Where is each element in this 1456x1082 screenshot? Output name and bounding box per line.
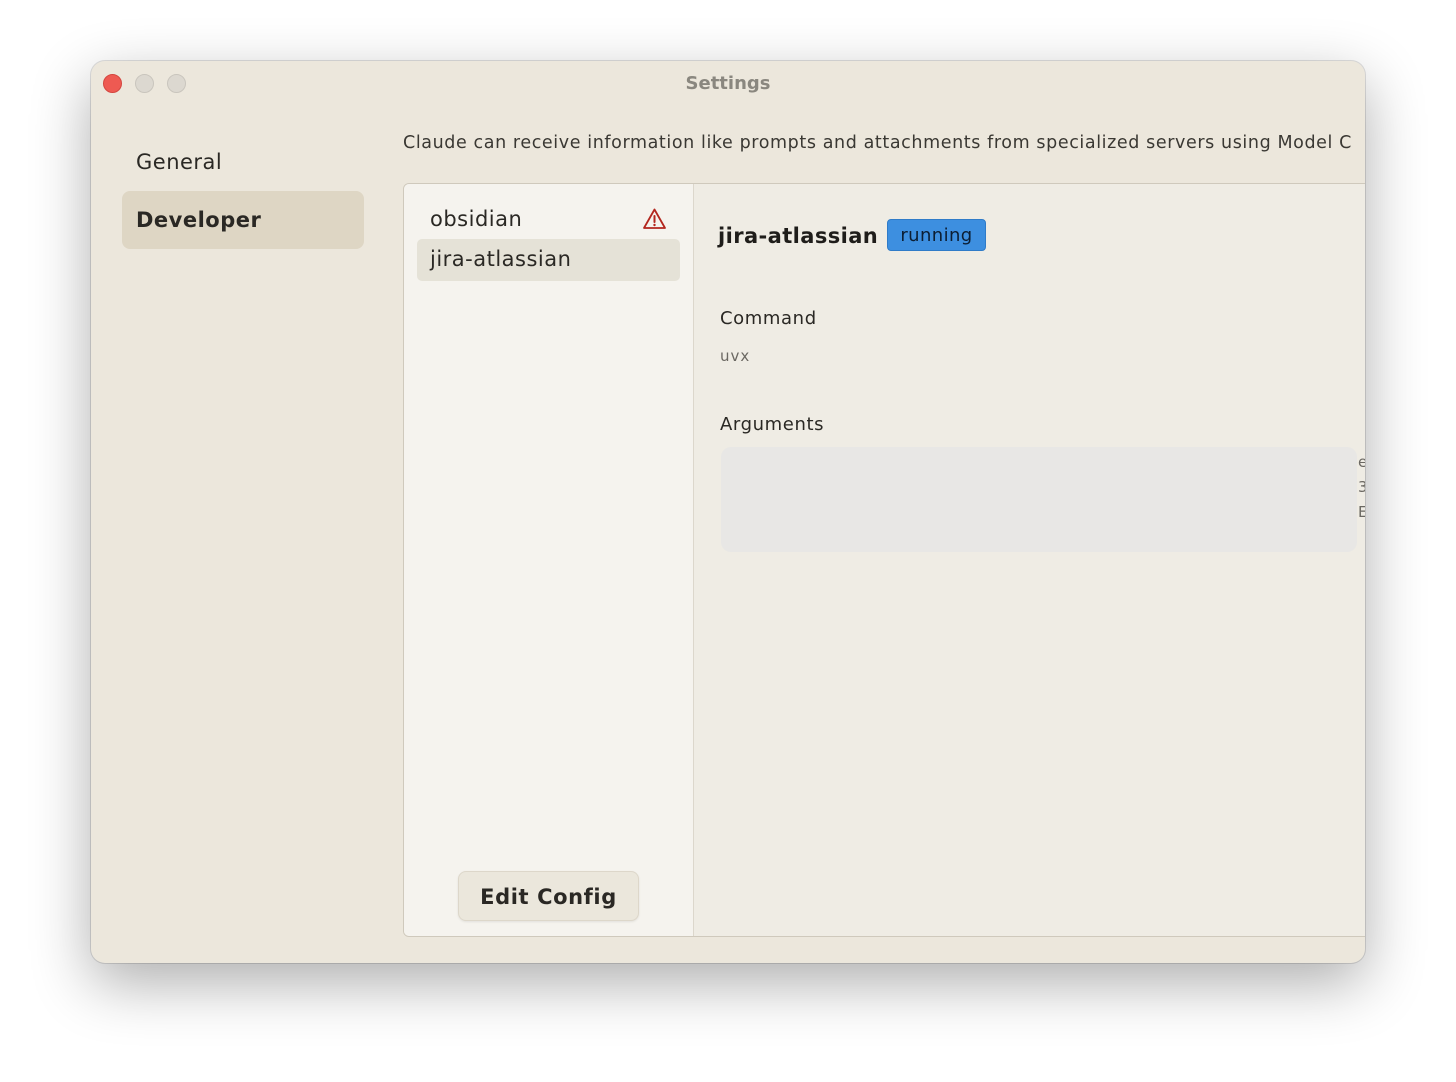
command-value: uvx (720, 347, 751, 365)
arguments-overflow-text: e 3 E (1358, 450, 1365, 525)
title-bar[interactable]: Settings (91, 61, 1365, 107)
settings-window: Settings General Developer Claude can re… (91, 61, 1365, 963)
edit-config-button[interactable]: Edit Config (458, 871, 639, 921)
sidebar-item-general[interactable]: General (122, 133, 364, 191)
mcp-description: Claude can receive information like prom… (403, 133, 1352, 153)
server-item-jira-atlassian[interactable]: jira-atlassian (417, 239, 680, 281)
warning-icon (642, 207, 667, 231)
server-detail: jira-atlassian running Command uvx Argum… (694, 184, 1365, 936)
mcp-servers-panel: obsidian jira-atlassian Edit Config jira… (403, 183, 1365, 937)
server-detail-title: jira-atlassian (718, 224, 879, 248)
arguments-edge-line: E (1358, 500, 1365, 525)
arguments-edge-line: 3 (1358, 475, 1365, 500)
settings-sidebar: General Developer (122, 133, 364, 249)
arguments-edge-line: e (1358, 450, 1365, 475)
window-title: Settings (685, 73, 771, 94)
server-name: jira-atlassian (430, 247, 572, 271)
server-name: obsidian (430, 207, 523, 231)
server-item-obsidian[interactable]: obsidian (417, 199, 680, 241)
command-label: Command (720, 308, 817, 329)
status-badge: running (887, 219, 986, 251)
arguments-label: Arguments (720, 414, 825, 435)
arguments-redacted-box (721, 447, 1357, 552)
server-list: obsidian jira-atlassian Edit Config (404, 184, 694, 936)
sidebar-item-developer[interactable]: Developer (122, 191, 364, 249)
